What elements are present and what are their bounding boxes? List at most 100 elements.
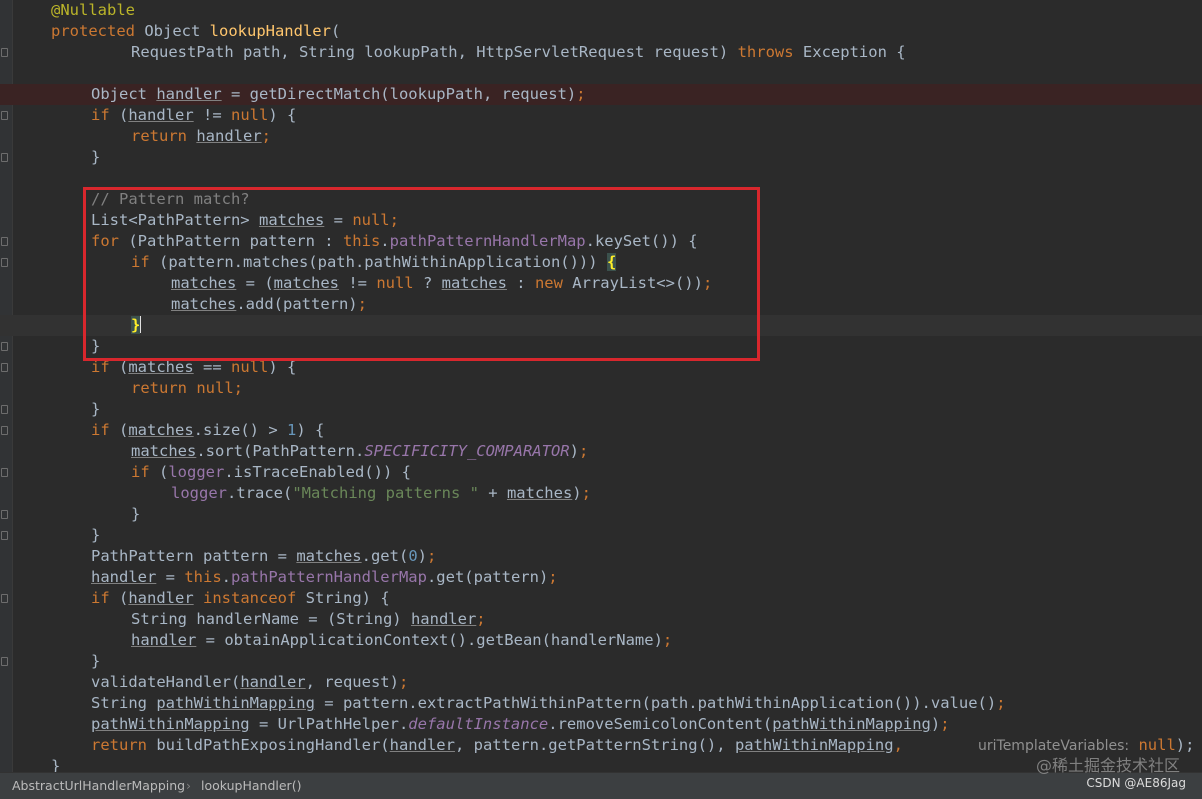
code-text: } — [91, 526, 101, 544]
code-line[interactable]: validateHandler(handler, request); — [0, 672, 1202, 693]
code-text: String — [91, 694, 157, 712]
variable-token: matches — [128, 421, 194, 439]
code-text: ) — [572, 484, 582, 502]
code-line[interactable]: handler = this.pathPatternHandlerMap.get… — [0, 567, 1202, 588]
keyword-token: if — [91, 421, 110, 439]
code-text: String) { — [296, 589, 390, 607]
variable-token: handler — [128, 106, 194, 124]
code-text: ) — [569, 442, 579, 460]
breadcrumb-class[interactable]: AbstractUrlHandlerMapping — [12, 778, 185, 793]
keyword-token: return — [91, 736, 147, 754]
code-line[interactable]: handler = obtainApplicationContext().get… — [0, 630, 1202, 651]
variable-token: handler — [91, 568, 157, 586]
number-token: 1 — [287, 421, 297, 439]
code-editor[interactable]: @Nullable protected Object lookupHandler… — [0, 0, 1202, 772]
code-line[interactable]: return null; — [0, 378, 1202, 399]
code-text: .get(pattern) — [426, 568, 549, 586]
code-text: ( — [149, 463, 169, 481]
code-text: ( — [330, 22, 341, 40]
code-line[interactable]: logger.trace("Matching patterns " + matc… — [0, 483, 1202, 504]
code-line[interactable]: } — [0, 147, 1202, 168]
code-text: Exception { — [793, 43, 906, 61]
code-line[interactable]: if (logger.isTraceEnabled()) { — [0, 462, 1202, 483]
code-line[interactable]: } — [0, 504, 1202, 525]
annotation-highlight-box — [83, 187, 760, 361]
code-line[interactable]: if (handler instanceof String) { — [0, 588, 1202, 609]
semicolon: ; — [996, 694, 1006, 712]
variable-token: matches — [506, 484, 573, 502]
variable-token: handler — [131, 631, 197, 649]
code-line[interactable]: if (handler != null) { — [0, 105, 1202, 126]
field-token: logger — [168, 463, 225, 481]
variable-token: handler — [196, 127, 262, 145]
number-token: 0 — [408, 547, 418, 565]
code-text: String handlerName = (String) — [131, 610, 411, 628]
variable-token: pathWithinMapping — [91, 715, 250, 733]
code-text: , request) — [305, 673, 399, 691]
annotation-token: @Nullable — [51, 1, 135, 19]
code-text: PathPattern pattern = — [91, 547, 297, 565]
code-text: + — [478, 484, 507, 502]
keyword-token: return — [131, 127, 187, 145]
code-text: } — [91, 148, 101, 166]
code-line[interactable]: String handlerName = (String) handler; — [0, 609, 1202, 630]
variable-token: handler — [156, 85, 222, 103]
code-text: = UrlPathHelper. — [249, 715, 409, 733]
keyword-token: return — [131, 379, 187, 397]
static-field-token: SPECIFICITY_COMPARATOR — [364, 442, 570, 460]
code-text: Object — [135, 22, 210, 40]
comma: , — [893, 736, 903, 754]
code-line[interactable]: return buildPathExposingHandler(handler,… — [0, 735, 1202, 756]
code-line[interactable]: protected Object lookupHandler( — [0, 21, 1202, 42]
code-text: .removeSemicolonContent( — [548, 715, 773, 733]
code-line[interactable]: String pathWithinMapping = pattern.extra… — [0, 693, 1202, 714]
string-token: "Matching patterns " — [292, 484, 479, 502]
variable-token: pathWithinMapping — [156, 694, 315, 712]
code-text: Object — [91, 85, 157, 103]
semicolon: ; — [576, 85, 586, 103]
code-text: = getDirectMatch(lookupPath, request) — [221, 85, 577, 103]
keyword-token: if — [91, 589, 110, 607]
keyword-token: if — [131, 463, 150, 481]
code-text: = obtainApplicationContext().getBean(han… — [196, 631, 663, 649]
code-text: .trace( — [227, 484, 293, 502]
code-line[interactable]: RequestPath path, String lookupPath, Htt… — [0, 42, 1202, 63]
code-text: .get( — [361, 547, 409, 565]
code-line[interactable]: } — [0, 399, 1202, 420]
code-text: ) — [930, 715, 941, 733]
watermark-author: CSDN @AE86Jag — [1086, 776, 1186, 790]
breadcrumb: AbstractUrlHandlerMapping › lookupHandle… — [0, 772, 1202, 799]
code-line[interactable]: PathPattern pattern = matches.get(0); — [0, 546, 1202, 567]
semicolon: ; — [427, 547, 437, 565]
semicolon: ; — [398, 673, 409, 691]
variable-token: matches — [296, 547, 362, 565]
code-text: } — [91, 652, 101, 670]
code-text: = — [156, 568, 185, 586]
code-line[interactable]: @Nullable — [0, 0, 1202, 21]
code-line[interactable]: } — [0, 756, 1202, 772]
semicolon: ; — [662, 631, 673, 649]
code-text: ) { — [296, 421, 325, 439]
code-text: ( — [109, 106, 129, 124]
code-line[interactable]: return handler; — [0, 126, 1202, 147]
semicolon: ; — [578, 442, 589, 460]
method-name: lookupHandler — [209, 22, 331, 40]
code-line-highlighted[interactable]: Object handler = getDirectMatch(lookupPa… — [0, 84, 1202, 105]
code-line[interactable]: matches.sort(PathPattern.SPECIFICITY_COM… — [0, 441, 1202, 462]
watermark-site: @稀土掘金技术社区 — [1035, 756, 1180, 775]
code-line[interactable]: pathWithinMapping = UrlPathHelper.defaul… — [0, 714, 1202, 735]
variable-token: handler — [410, 610, 477, 628]
keyword-token: null — [196, 379, 234, 397]
code-line[interactable]: } — [0, 525, 1202, 546]
breadcrumb-method[interactable]: lookupHandler() — [201, 778, 301, 793]
semicolon: ; — [261, 127, 272, 145]
code-text: .isTraceEnabled()) { — [224, 463, 411, 481]
code-line[interactable]: } — [0, 651, 1202, 672]
variable-token: matches — [131, 442, 197, 460]
semicolon: ; — [940, 715, 950, 733]
code-text: ) { — [268, 106, 297, 124]
code-line[interactable]: if (matches.size() > 1) { — [0, 420, 1202, 441]
